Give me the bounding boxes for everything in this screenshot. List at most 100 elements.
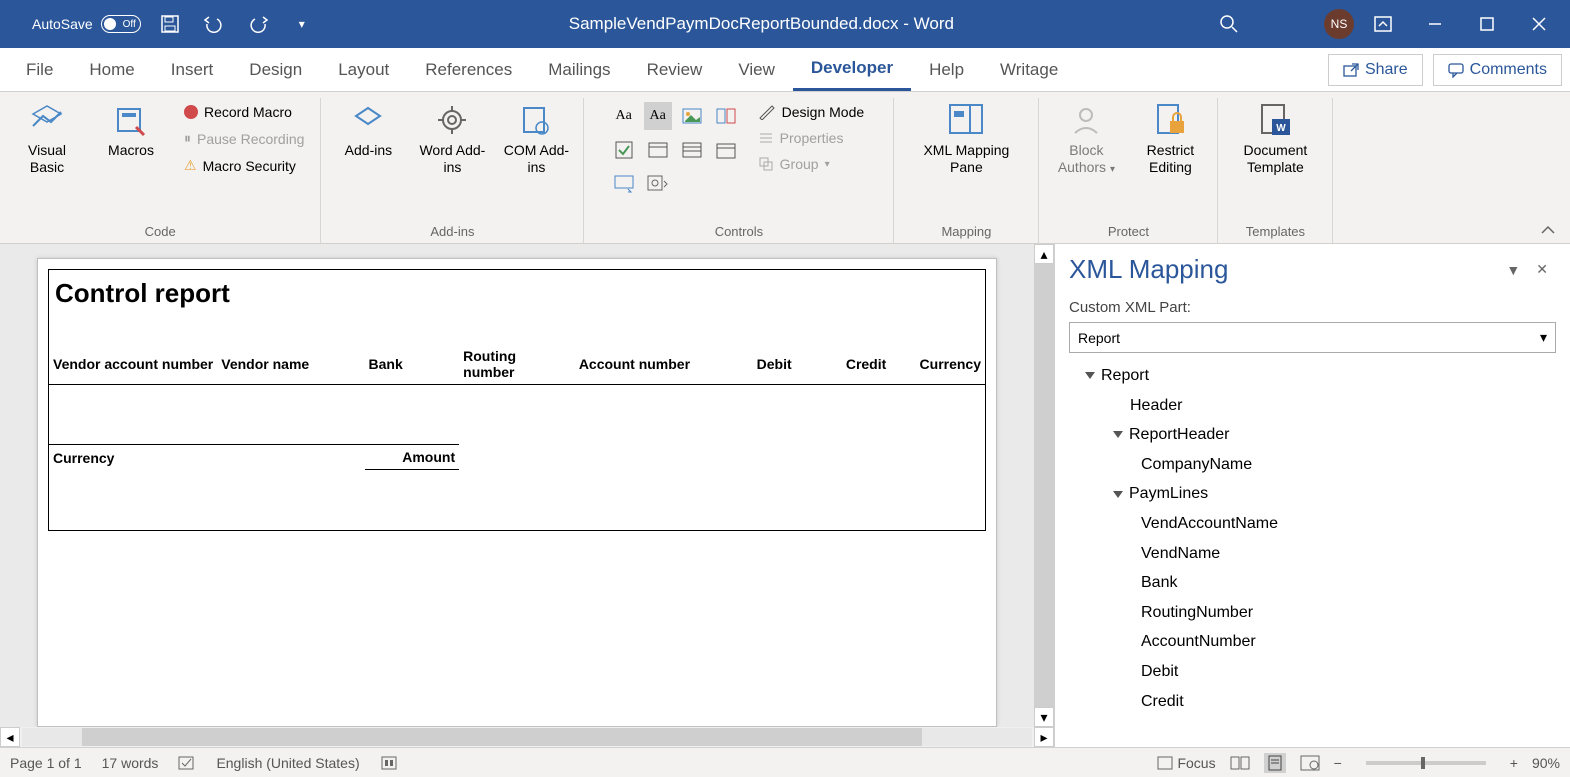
visual-basic-button[interactable]: Visual Basic [12,98,82,176]
restrict-editing-button[interactable]: Restrict Editing [1135,98,1205,176]
tree-node-report-header[interactable]: ReportHeader [1069,420,1556,450]
tab-home[interactable]: Home [71,50,152,90]
zoom-slider[interactable] [1366,761,1486,765]
title-bar: AutoSave Off ▾ SampleVendPaymDocReportBo… [0,0,1570,48]
group-controls: Aa Aa Design Mode Properties Group ▾ Con… [584,98,894,243]
legacy-tools-button[interactable] [644,170,672,198]
combobox-control-button[interactable] [644,136,672,164]
group-protect-label: Protect [1108,220,1149,243]
tab-review[interactable]: Review [629,50,721,90]
pane-close-button[interactable]: ✕ [1528,257,1556,282]
collapse-ribbon-button[interactable] [1526,217,1570,243]
word-count[interactable]: 17 words [102,755,159,771]
tree-node-bank[interactable]: Bank [1069,568,1556,598]
group-icon [758,156,774,172]
undo-button[interactable] [199,9,229,39]
document-area[interactable]: Control report Vendor account number Ven… [0,244,1034,727]
addins-button[interactable]: Add-ins [333,98,403,159]
web-layout-button[interactable] [1300,755,1320,771]
record-macro-button[interactable]: Record Macro [180,102,308,122]
macro-indicator[interactable] [380,755,398,771]
rich-text-control-button[interactable]: Aa [610,102,638,130]
xml-part-select[interactable]: Report▾ [1069,322,1556,353]
autosave-label: AutoSave [32,16,93,32]
tab-help[interactable]: Help [911,50,982,90]
word-addins-button[interactable]: Word Add-ins [417,98,487,176]
save-button[interactable] [155,9,185,39]
tab-design[interactable]: Design [231,50,320,90]
horizontal-scrollbar[interactable]: ◂ ▸ [0,727,1054,747]
tree-node-paym-lines[interactable]: PaymLines [1069,479,1556,509]
ribbon-display-button[interactable] [1360,8,1406,40]
tab-references[interactable]: References [407,50,530,90]
scroll-up-button[interactable]: ▴ [1034,244,1054,264]
xml-mapping-pane-button[interactable]: XML Mapping Pane [906,98,1026,176]
autosave-toggle[interactable]: Off [101,15,141,33]
picture-control-button[interactable] [678,102,706,130]
tab-writage[interactable]: Writage [982,50,1076,90]
pause-recording-button: ⏸Pause Recording [180,128,308,149]
focus-mode-button[interactable]: Focus [1157,755,1215,771]
minimize-button[interactable] [1412,8,1458,40]
tab-insert[interactable]: Insert [153,50,232,90]
tree-node-credit[interactable]: Credit [1069,687,1556,717]
share-button[interactable]: Share [1328,54,1423,86]
tab-file[interactable]: File [8,50,71,90]
repeating-section-button[interactable] [610,170,638,198]
properties-icon [758,130,774,146]
read-mode-button[interactable] [1230,755,1250,771]
plain-text-control-button[interactable]: Aa [644,102,672,130]
dropdown-control-button[interactable] [678,136,706,164]
tab-layout[interactable]: Layout [320,50,407,90]
print-layout-button[interactable] [1264,753,1286,773]
tab-mailings[interactable]: Mailings [530,50,628,90]
close-button[interactable] [1516,8,1562,40]
scroll-left-button[interactable]: ◂ [0,727,20,747]
th-vendor-name: Vendor name [217,317,364,384]
document-page: Control report Vendor account number Ven… [37,258,997,727]
tree-node-account[interactable]: AccountNumber [1069,627,1556,657]
tab-view[interactable]: View [720,50,793,90]
tree-node-routing[interactable]: RoutingNumber [1069,598,1556,628]
maximize-button[interactable] [1464,8,1510,40]
zoom-in-button[interactable]: + [1510,755,1518,771]
tree-node-report[interactable]: Report [1069,361,1556,391]
building-block-control-button[interactable] [712,102,740,130]
group-code: Visual Basic Macros Record Macro ⏸Pause … [0,98,321,243]
vertical-scrollbar[interactable]: ▴ ▾ [1034,244,1054,727]
redo-button[interactable] [243,9,273,39]
chevron-down-icon: ▾ [1540,329,1547,346]
record-icon [184,105,198,119]
zoom-out-button[interactable]: − [1334,755,1342,771]
date-picker-control-button[interactable] [712,136,740,164]
checkbox-control-button[interactable] [610,136,638,164]
hscroll-thumb[interactable] [82,728,922,746]
controls-gallery: Aa Aa [610,98,740,198]
macros-button[interactable]: Macros [96,98,166,159]
page-indicator[interactable]: Page 1 of 1 [10,755,82,771]
tree-node-vend-name[interactable]: VendName [1069,539,1556,569]
autosave-control[interactable]: AutoSave Off [32,15,141,33]
scroll-down-button[interactable]: ▾ [1034,707,1054,727]
tree-node-vend-account[interactable]: VendAccountName [1069,509,1556,539]
user-avatar[interactable]: NS [1324,9,1354,39]
macro-security-button[interactable]: ⚠Macro Security [180,155,308,176]
spellcheck-button[interactable] [178,755,196,771]
properties-button: Properties [754,128,869,148]
th-sub-currency: Currency [49,444,365,470]
tab-developer[interactable]: Developer [793,48,911,91]
vscroll-thumb[interactable] [1034,264,1054,707]
zoom-level[interactable]: 90% [1532,755,1560,771]
comments-button[interactable]: Comments [1433,54,1562,86]
tree-node-header[interactable]: Header [1069,391,1556,421]
scroll-right-button[interactable]: ▸ [1034,727,1054,747]
language-indicator[interactable]: English (United States) [216,755,359,771]
document-template-button[interactable]: W Document Template [1230,98,1320,176]
qat-customize-button[interactable]: ▾ [287,9,317,39]
search-button[interactable] [1206,8,1252,40]
tree-node-company-name[interactable]: CompanyName [1069,450,1556,480]
tree-node-debit[interactable]: Debit [1069,657,1556,687]
design-mode-button[interactable]: Design Mode [754,102,869,122]
pane-options-button[interactable]: ▼ [1498,258,1528,282]
com-addins-button[interactable]: COM Add-ins [501,98,571,176]
